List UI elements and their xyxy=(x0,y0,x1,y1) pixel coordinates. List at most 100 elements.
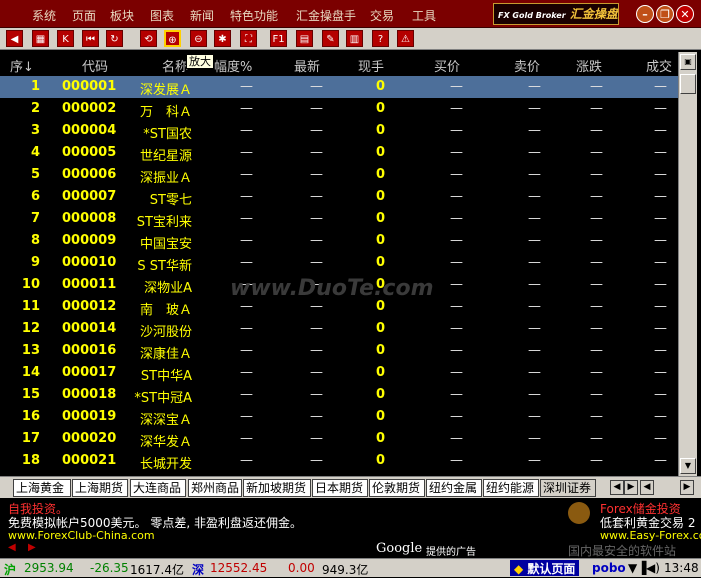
tab-ny-energy[interactable]: 纽约能源 xyxy=(483,479,539,497)
tab-singapore[interactable]: 新加坡期货 xyxy=(243,479,311,497)
col-hand[interactable]: 现手 xyxy=(358,56,384,75)
minimize-button[interactable]: – xyxy=(636,5,654,23)
menu-features[interactable]: 特色功能 xyxy=(230,7,278,24)
row-seq: 18 xyxy=(21,453,40,468)
header-corner-icon[interactable]: ▣ xyxy=(680,54,696,70)
table-row[interactable]: 1 000001 深发展Ａ 0 — — — — — — xyxy=(0,76,678,98)
menu-sector[interactable]: 板块 xyxy=(110,7,134,24)
row-change: — xyxy=(590,453,603,468)
close-button[interactable]: ✕ xyxy=(676,5,694,23)
row-volume: — xyxy=(654,343,667,358)
table-row[interactable]: 12 000014 沙河股份 0 — — — — — — xyxy=(0,318,678,340)
default-page-button[interactable]: ◆ 默认页面 xyxy=(510,560,580,576)
row-last: — xyxy=(310,189,323,204)
menu-chart[interactable]: 图表 xyxy=(150,7,174,24)
col-seq[interactable]: 序↓ xyxy=(10,56,34,75)
table-row[interactable]: 16 000019 深深宝Ａ 0 — — — — — — xyxy=(0,406,678,428)
col-code[interactable]: 代码 xyxy=(82,56,108,75)
help-icon[interactable]: ? xyxy=(372,30,389,47)
row-last: — xyxy=(310,211,323,226)
zoom-in-icon[interactable]: ⊕ xyxy=(164,30,181,47)
sound-icon[interactable]: ◀) xyxy=(646,561,660,575)
info-icon[interactable]: ▥ xyxy=(346,30,363,47)
table-row[interactable]: 14 000017 ST中华A 0 — — — — — — xyxy=(0,362,678,384)
clock-time: 13:48 xyxy=(664,561,699,575)
ad-nav-left-icon[interactable]: ◀ xyxy=(8,542,16,553)
row-seq: 15 xyxy=(21,387,40,402)
menu-page[interactable]: 页面 xyxy=(72,7,96,24)
row-seq: 13 xyxy=(21,343,40,358)
first-page-icon[interactable]: ⏮ xyxy=(82,30,99,47)
row-seq: 2 xyxy=(30,101,40,116)
left-arrow-icon[interactable]: ◀ xyxy=(6,30,23,47)
row-ask: — xyxy=(528,409,541,424)
menu-trader[interactable]: 汇金操盘手 xyxy=(296,7,356,24)
col-last[interactable]: 最新 xyxy=(294,56,320,75)
row-ask: — xyxy=(528,145,541,160)
tab-prev-icon[interactable]: ◀ xyxy=(610,480,624,495)
refresh-icon[interactable]: ↻ xyxy=(106,30,123,47)
zoom-out-icon[interactable]: ⊖ xyxy=(190,30,207,47)
col-change[interactable]: 涨跌 xyxy=(576,56,602,75)
grid-icon[interactable]: ▦ xyxy=(32,30,49,47)
vertical-scrollbar[interactable]: ▣ ▼ xyxy=(678,52,697,476)
restore-button[interactable]: ❐ xyxy=(656,5,674,23)
row-ask: — xyxy=(528,79,541,94)
tab-shanghai-futures[interactable]: 上海期货 xyxy=(72,479,128,497)
table-row[interactable]: 15 000018 *ST中冠A 0 — — — — — — xyxy=(0,384,678,406)
menu-tools[interactable]: 工具 xyxy=(412,7,436,24)
row-ask: — xyxy=(528,255,541,270)
row-last: — xyxy=(310,255,323,270)
table-row[interactable]: 6 000007 ST零七 0 — — — — — — xyxy=(0,186,678,208)
table-row[interactable]: 2 000002 万 科Ａ 0 — — — — — — xyxy=(0,98,678,120)
table-row[interactable]: 18 000021 长城开发 0 — — — — — — xyxy=(0,450,678,472)
tab-shanghai-gold[interactable]: 上海黄金 xyxy=(13,479,71,497)
col-volume[interactable]: 成交 xyxy=(646,56,672,75)
table-row[interactable]: 13 000016 深康佳Ａ 0 — — — — — — xyxy=(0,340,678,362)
tab-london[interactable]: 伦敦期货 xyxy=(369,479,425,497)
col-bid[interactable]: 买价 xyxy=(434,56,460,75)
row-last: — xyxy=(310,409,323,424)
ad-right-url[interactable]: www.Easy-Forex.com xyxy=(600,529,701,542)
table-row[interactable]: 9 000010 S ST华新 0 — — — — — — xyxy=(0,252,678,274)
rotate-icon[interactable]: ⟲ xyxy=(140,30,157,47)
menu-system[interactable]: 系统 xyxy=(32,7,56,24)
hscroll-right-icon[interactable]: ▶ xyxy=(680,480,694,495)
f1-icon[interactable]: F1 xyxy=(270,30,287,47)
row-last: — xyxy=(310,431,323,446)
edit-icon[interactable]: ✎ xyxy=(322,30,339,47)
table-row[interactable]: 8 000009 中国宝安 0 — — — — — — xyxy=(0,230,678,252)
menu-news[interactable]: 新闻 xyxy=(190,7,214,24)
fullscreen-icon[interactable]: ⛶ xyxy=(240,30,257,47)
scroll-down-icon[interactable]: ▼ xyxy=(680,458,696,474)
quote-table: 1 000001 深发展Ａ 0— — — — — —2 000002 万 科Ａ 0— — — — — —3 000… xyxy=(0,76,678,472)
row-name: 中国宝安 xyxy=(139,237,192,252)
tab-zhengzhou[interactable]: 郑州商品 xyxy=(188,479,242,497)
row-volume: — xyxy=(654,387,667,402)
table-row[interactable]: 5 000006 深振业Ａ 0 — — — — — — xyxy=(0,164,678,186)
menu-trade[interactable]: 交易 xyxy=(370,7,394,24)
table-row[interactable]: 7 000008 ST宝利来 0 — — — — — — xyxy=(0,208,678,230)
alert-icon[interactable]: ⚠ xyxy=(397,30,414,47)
col-name[interactable]: 名称 xyxy=(162,56,188,75)
row-ask: — xyxy=(528,277,541,292)
ad-nav-right-icon[interactable]: ▶ xyxy=(28,542,36,553)
tab-shenzhen[interactable]: 深圳证券 xyxy=(540,479,596,497)
chart-icon[interactable]: ▤ xyxy=(296,30,313,47)
tab-ny-metals[interactable]: 纽约金属 xyxy=(426,479,482,497)
table-row[interactable]: 17 000020 深华发Ａ 0 — — — — — — xyxy=(0,428,678,450)
table-row[interactable]: 3 000004 *ST国农 0 — — — — — — xyxy=(0,120,678,142)
tab-japan[interactable]: 日本期货 xyxy=(312,479,368,497)
tab-next-icon[interactable]: ▶ xyxy=(624,480,638,495)
scroll-thumb[interactable] xyxy=(680,74,696,94)
table-row[interactable]: 4 000005 世纪星源 0 — — — — — — xyxy=(0,142,678,164)
row-volume: — xyxy=(654,189,667,204)
ad-left-url[interactable]: www.ForexClub-China.com xyxy=(8,529,155,542)
settings-icon[interactable]: ✱ xyxy=(214,30,231,47)
col-range[interactable]: 幅度% xyxy=(214,56,252,75)
row-code: 000018 xyxy=(62,387,117,402)
tab-dalian[interactable]: 大连商品 xyxy=(130,479,186,497)
hscroll-left-icon[interactable]: ◀ xyxy=(640,480,654,495)
col-ask[interactable]: 卖价 xyxy=(514,56,540,75)
k-chart-icon[interactable]: K xyxy=(57,30,74,47)
